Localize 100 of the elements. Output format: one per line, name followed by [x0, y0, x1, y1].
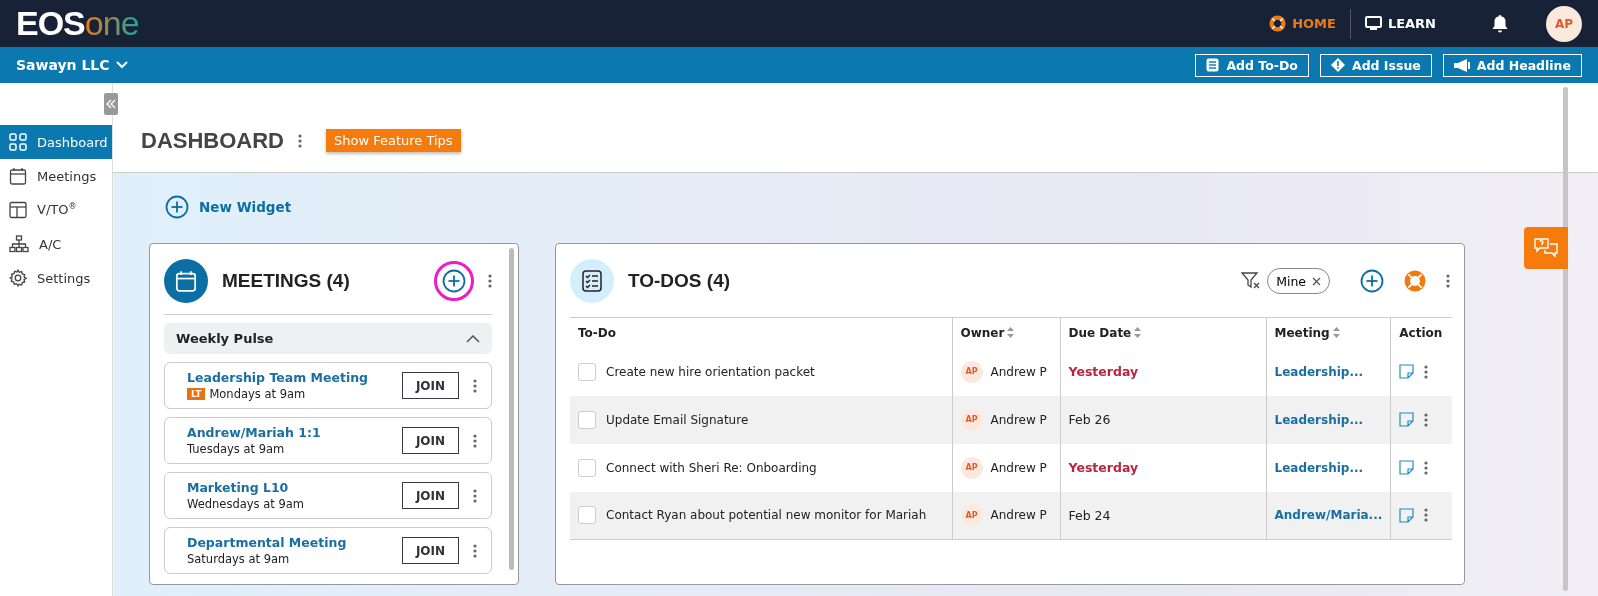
nav-link[interactable]: HOME — [1255, 8, 1351, 39]
add-button[interactable]: Add Issue — [1319, 53, 1432, 77]
join-button[interactable]: JOIN — [402, 427, 459, 454]
todo-text: Contact Ryan about potential new monitor for Mariah — [606, 508, 927, 523]
notification-bell-icon[interactable] — [1492, 14, 1508, 33]
meeting-link[interactable]: Leadership... — [1274, 460, 1364, 475]
checkbox[interactable] — [578, 458, 596, 477]
sidebar-item[interactable]: Dashboard — [0, 125, 112, 159]
more-icon[interactable] — [473, 433, 477, 448]
join-button[interactable]: JOIN — [402, 482, 459, 509]
add-icon[interactable] — [442, 269, 466, 293]
sidebar-item[interactable]: Settings — [0, 261, 112, 295]
checklist-icon — [1206, 58, 1220, 72]
meeting-name[interactable]: Leadership Team Meeting — [187, 370, 388, 385]
new-widget-button[interactable]: New Widget — [165, 195, 292, 219]
due-date: Feb 24 — [1068, 507, 1111, 523]
sidebar-item[interactable]: V/TO$^{®}$ — [0, 193, 112, 227]
more-icon[interactable] — [473, 543, 477, 558]
owner-name: Andrew P — [990, 412, 1047, 427]
due-date: Yesterday — [1068, 364, 1139, 379]
checklist-icon — [570, 259, 614, 303]
column-header[interactable]: Owner — [960, 325, 1015, 340]
note-icon[interactable] — [1399, 460, 1415, 475]
owner-avatar: AP — [960, 408, 983, 431]
sidebar-item[interactable]: A/C — [0, 227, 112, 261]
sort-icon — [1007, 327, 1015, 339]
more-icon[interactable] — [1424, 460, 1429, 475]
meeting-name[interactable]: Departmental Meeting — [187, 535, 388, 550]
owner-avatar: AP — [960, 360, 983, 383]
grid-icon — [9, 133, 27, 151]
sort-icon — [1332, 327, 1340, 339]
megaphone-icon — [1453, 58, 1470, 72]
add-button[interactable]: Add Headline — [1442, 53, 1582, 77]
meeting-item[interactable]: Andrew/Mariah 1:1 Tuesdays at 9am JOIN — [164, 417, 492, 464]
column-header[interactable]: Due Date — [1068, 325, 1142, 340]
close-icon[interactable] — [1312, 276, 1321, 286]
note-icon[interactable] — [1399, 412, 1415, 427]
nav-link[interactable]: LEARN — [1350, 8, 1450, 39]
sidebar-item[interactable]: Meetings — [0, 159, 112, 193]
meeting-schedule: Mondays at 9am — [209, 387, 306, 401]
widget-title: TO-DOS (4) — [628, 270, 731, 292]
owner-name: Andrew P — [990, 508, 1047, 523]
column-header[interactable]: Meeting — [1274, 325, 1340, 340]
more-icon[interactable] — [473, 488, 477, 503]
owner-name: Andrew P — [990, 364, 1047, 379]
meeting-schedule: Saturdays at 9am — [187, 552, 290, 566]
meeting-schedule: Wednesdays at 9am — [187, 497, 304, 511]
more-icon[interactable] — [473, 378, 477, 393]
todo-text: Connect with Sheri Re: Onboarding — [606, 460, 817, 475]
more-icon[interactable] — [488, 274, 492, 288]
note-icon[interactable] — [1399, 364, 1415, 379]
add-icon[interactable] — [165, 195, 189, 219]
add-button[interactable]: Add To-Do — [1195, 53, 1309, 77]
meeting-item[interactable]: Leadership Team Meeting LT Mondays at 9am JOIN — [164, 362, 492, 409]
due-date: Feb 26 — [1068, 412, 1111, 427]
filter-chip[interactable]: Mine — [1267, 268, 1330, 294]
due-date: Yesterday — [1068, 460, 1139, 475]
add-icon[interactable] — [1360, 269, 1384, 293]
filter-icon[interactable] — [1241, 272, 1262, 290]
meeting-tag: LT — [187, 388, 206, 400]
monitor-icon — [1364, 16, 1382, 31]
diamond-alert-icon — [1330, 58, 1345, 72]
collapse-sidebar-button[interactable] — [104, 93, 118, 115]
chevron-down-icon — [115, 61, 128, 69]
column-header: Action — [1399, 325, 1443, 340]
checkbox[interactable] — [578, 362, 596, 381]
owner-avatar: AP — [960, 504, 983, 527]
organization-selector[interactable]: Sawayn LLC — [16, 57, 128, 73]
todo-text: Update Email Signature — [606, 412, 749, 427]
chat-question-icon — [1534, 238, 1558, 258]
note-icon[interactable] — [1399, 507, 1415, 523]
checkbox[interactable] — [578, 506, 596, 525]
lifebuoy-icon — [1269, 15, 1287, 32]
group-label: Weekly Pulse — [176, 331, 274, 346]
join-button[interactable]: JOIN — [402, 372, 459, 399]
meeting-item[interactable]: Departmental Meeting Saturdays at 9am JOIN — [164, 527, 492, 574]
meeting-link[interactable]: Leadership... — [1274, 364, 1364, 379]
lifebuoy-icon — [1404, 270, 1426, 292]
calendar-icon — [9, 167, 27, 185]
logo: EOSone — [16, 4, 139, 43]
owner-name: Andrew P — [990, 460, 1047, 475]
group-header[interactable]: Weekly Pulse — [164, 323, 492, 354]
meeting-name[interactable]: Andrew/Mariah 1:1 — [187, 425, 388, 440]
double-chevron-left-icon — [106, 99, 116, 109]
scrollbar[interactable] — [1563, 87, 1568, 591]
owner-avatar: AP — [960, 456, 983, 479]
widget-title: MEETINGS (4) — [222, 270, 350, 292]
meeting-name[interactable]: Marketing L10 — [187, 480, 388, 495]
layout-icon — [9, 201, 27, 219]
checkbox[interactable] — [578, 410, 596, 429]
more-icon[interactable] — [1446, 274, 1450, 288]
settings-icon — [9, 269, 27, 287]
more-icon[interactable] — [1424, 508, 1429, 523]
scrollbar[interactable] — [509, 248, 514, 570]
calendar-icon — [164, 259, 208, 303]
more-icon[interactable] — [1424, 412, 1429, 427]
more-icon[interactable] — [1424, 364, 1429, 379]
more-icon[interactable] — [298, 133, 302, 148]
meeting-item[interactable]: Marketing L10 Wednesdays at 9am JOIN — [164, 472, 492, 519]
join-button[interactable]: JOIN — [402, 537, 459, 564]
